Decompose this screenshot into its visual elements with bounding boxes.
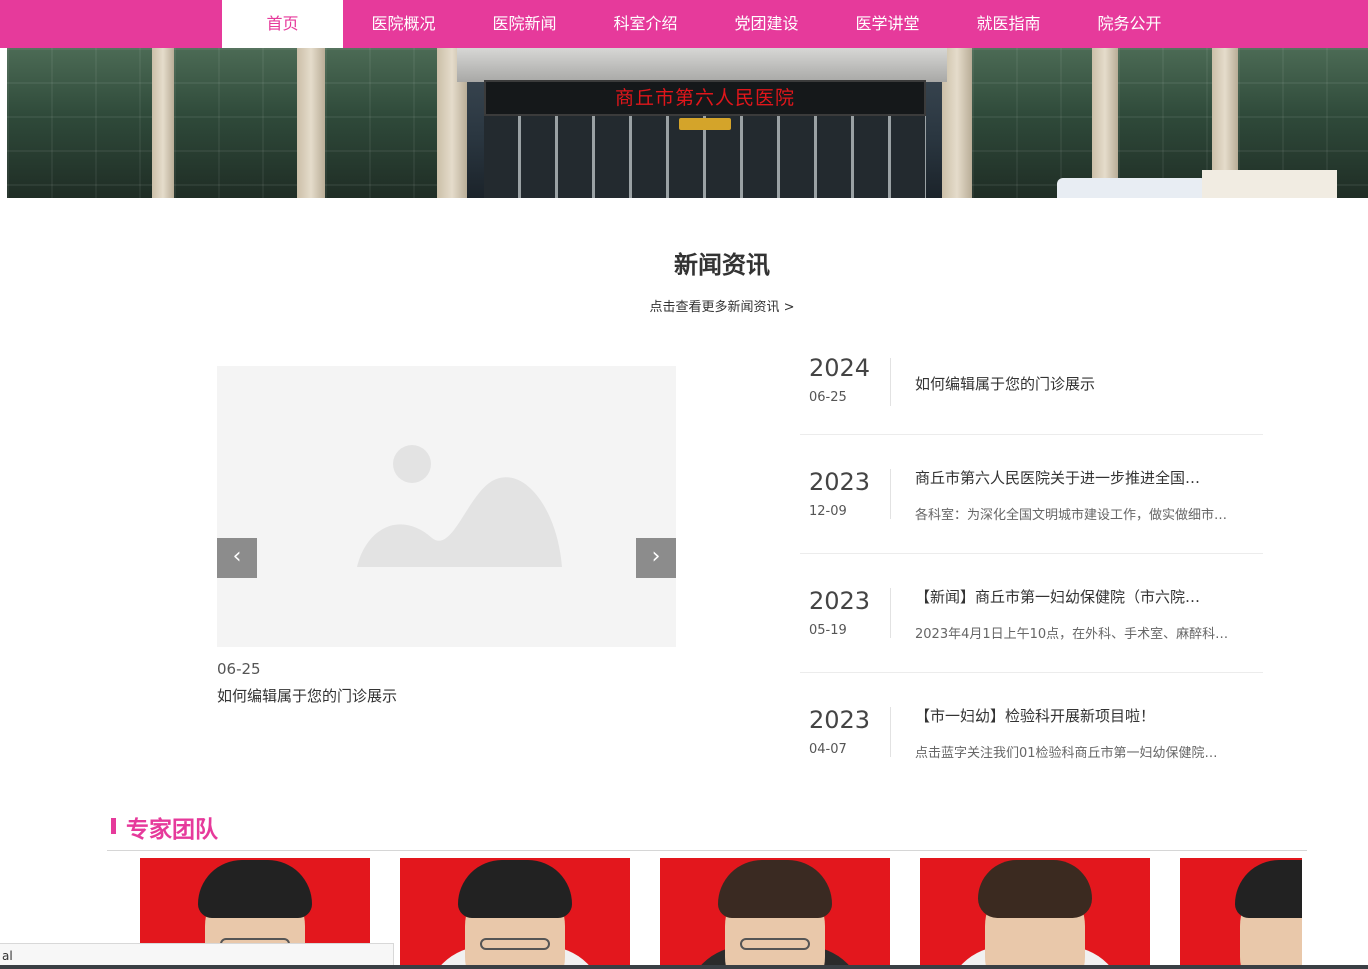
news-item-year: 2023	[809, 587, 871, 615]
nav-items: 首页 医院概况 医院新闻 科室介绍 党团建设 医学讲堂 就医指南 院务公开	[222, 0, 1190, 48]
news-item-summary: 2023年4月1日上午10点，在外科、手术室、麻醉科…	[915, 627, 1229, 642]
news-item-divider	[890, 588, 891, 638]
banner-canopy	[457, 48, 947, 82]
banner-window	[7, 48, 157, 198]
banner-lantern	[679, 118, 731, 130]
expert-glasses	[740, 938, 810, 950]
banner-column	[297, 48, 325, 198]
expert-hair	[978, 860, 1092, 918]
expert-card[interactable]	[660, 858, 890, 969]
image-placeholder-icon	[357, 445, 562, 567]
news-item-date: 05-19	[809, 623, 847, 638]
expert-hair	[718, 860, 832, 918]
banner-billboard	[1202, 170, 1337, 198]
expert-hair	[458, 860, 572, 918]
news-item[interactable]: 2024 06-25 如何编辑属于您的门诊展示	[800, 340, 1263, 435]
news-item-date: 04-07	[809, 742, 847, 757]
news-item-title[interactable]: 如何编辑属于您的门诊展示	[915, 373, 1235, 394]
news-item-year: 2023	[809, 468, 871, 496]
bottom-edge	[0, 965, 1368, 969]
nav-item-guide[interactable]: 就医指南	[948, 0, 1069, 48]
expert-card[interactable]	[400, 858, 630, 969]
news-item-divider	[890, 707, 891, 757]
news-more-link[interactable]: 点击查看更多新闻资讯 >	[38, 296, 1368, 315]
news-item-date: 12-09	[809, 504, 847, 519]
banner-column	[152, 48, 174, 198]
news-section-title: 新闻资讯	[674, 251, 770, 279]
team-section-title: 专家团队	[126, 817, 218, 843]
banner-ambulance	[1057, 178, 1207, 198]
expert-glasses	[480, 938, 550, 950]
news-item[interactable]: 2023 05-19 【新闻】商丘市第一妇幼保健院（市六院… 2023年4月1日…	[800, 554, 1263, 673]
news-item-date: 06-25	[809, 390, 847, 405]
news-slider[interactable]	[217, 366, 676, 647]
slide-date: 06-25	[217, 660, 261, 678]
news-item-divider	[890, 358, 891, 406]
nav-item-home[interactable]: 首页	[222, 0, 343, 48]
expert-hair	[198, 860, 312, 918]
slide-title[interactable]: 如何编辑属于您的门诊展示	[217, 685, 397, 706]
nav-item-party[interactable]: 党团建设	[706, 0, 827, 48]
news-item-divider	[890, 469, 891, 519]
hospital-sign: 商丘市第六人民医院	[484, 80, 926, 116]
news-item-title[interactable]: 【市一妇幼】检验科开展新项目啦！	[915, 705, 1235, 726]
nav-item-overview[interactable]: 医院概况	[343, 0, 464, 48]
nav-item-news[interactable]: 医院新闻	[464, 0, 585, 48]
news-item-summary: 各科室：为深化全国文明城市建设工作，做实做细市…	[915, 508, 1228, 523]
nav-item-departments[interactable]: 科室介绍	[585, 0, 706, 48]
news-item-year: 2023	[809, 706, 871, 734]
nav-item-lectures[interactable]: 医学讲堂	[827, 0, 948, 48]
expert-hair	[1235, 860, 1302, 918]
banner-window	[174, 48, 304, 198]
nav-item-public-affairs[interactable]: 院务公开	[1069, 0, 1190, 48]
expert-card[interactable]	[920, 858, 1150, 969]
hero-banner: 商丘市第六人民医院	[7, 48, 1368, 198]
top-nav: 首页 医院概况 医院新闻 科室介绍 党团建设 医学讲堂 就医指南 院务公开	[0, 0, 1368, 48]
news-list: 2024 06-25 如何编辑属于您的门诊展示 2023 12-09 商丘市第六…	[800, 340, 1263, 792]
banner-window	[972, 48, 1092, 198]
news-item-title[interactable]: 商丘市第六人民医院关于进一步推进全国…	[915, 467, 1235, 488]
slider-prev-button[interactable]: ‹	[217, 538, 257, 578]
news-item-year: 2024	[809, 354, 871, 382]
banner-column	[1092, 48, 1118, 198]
news-item-title[interactable]: 【新闻】商丘市第一妇幼保健院（市六院…	[915, 586, 1235, 607]
team-divider	[107, 850, 1307, 851]
slider-next-button[interactable]: ›	[636, 538, 676, 578]
news-item-summary: 点击蓝字关注我们01检验科商丘市第一妇幼保健院…	[915, 746, 1218, 761]
team-title-marker	[111, 818, 116, 834]
banner-window	[325, 48, 437, 198]
expert-card[interactable]	[1180, 858, 1302, 969]
news-item[interactable]: 2023 04-07 【市一妇幼】检验科开展新项目啦！ 点击蓝字关注我们01检验…	[800, 673, 1263, 792]
news-item[interactable]: 2023 12-09 商丘市第六人民医院关于进一步推进全国… 各科室：为深化全国…	[800, 435, 1263, 554]
